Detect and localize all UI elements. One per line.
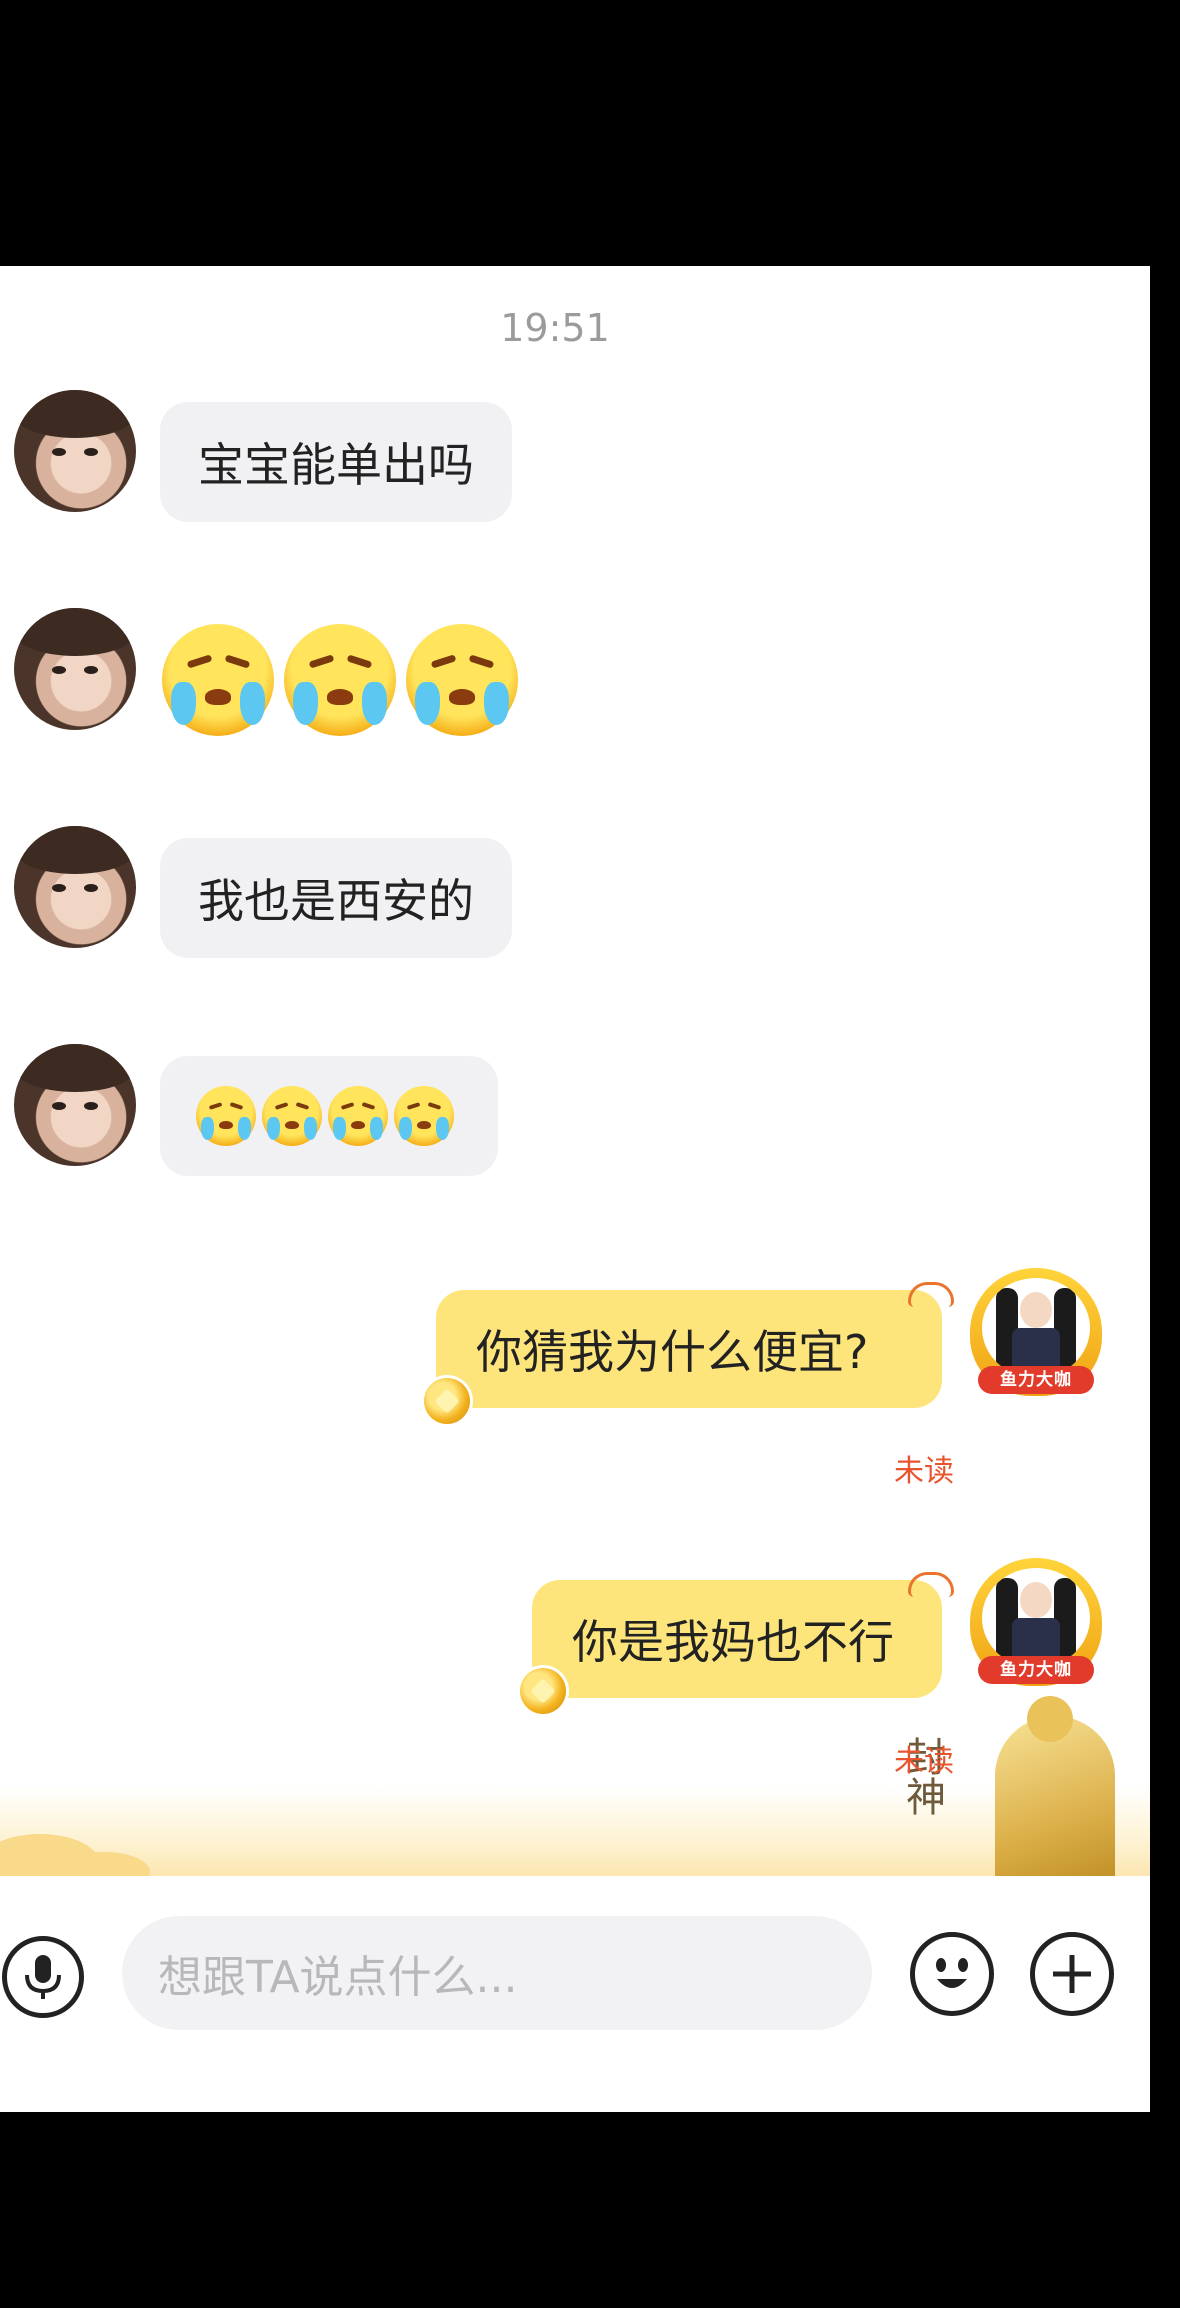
avatar-badge-label: 鱼力大咖 xyxy=(978,1656,1094,1684)
message-input-bar: 想跟TA说点什么... xyxy=(0,1876,1150,2112)
message-text: 你是我妈也不行 xyxy=(572,1615,894,1669)
message-text: 你猜我为什么便宜? xyxy=(476,1325,869,1379)
message-text: 宝宝能单出吗 xyxy=(198,438,474,492)
coin-icon xyxy=(520,1668,566,1714)
crying-face-emoji xyxy=(262,1086,322,1146)
self-avatar[interactable]: 鱼力大咖 xyxy=(964,1260,1108,1404)
contact-avatar[interactable] xyxy=(14,826,136,948)
chat-screen: 19:51 宝宝能单出吗 我也是西安的 你猜我为什么便宜? 鱼力大咖 未读 你是… xyxy=(0,266,1150,2112)
message-input[interactable]: 想跟TA说点什么... xyxy=(122,1916,872,2030)
incoming-message-bubble[interactable]: 我也是西安的 xyxy=(160,838,512,958)
unread-status: 未读 xyxy=(894,1744,954,1779)
unread-status: 未读 xyxy=(894,1454,954,1489)
crying-face-emoji xyxy=(394,1086,454,1146)
goddess-illustration xyxy=(955,1696,1145,1886)
cloud-decoration-icon xyxy=(908,1572,954,1597)
smiley-icon[interactable] xyxy=(910,1932,994,2016)
crying-face-emoji xyxy=(406,624,518,736)
contact-avatar[interactable] xyxy=(14,390,136,512)
input-placeholder: 想跟TA说点什么... xyxy=(158,1952,518,2003)
microphone-icon[interactable] xyxy=(2,1936,84,2018)
message-text: 我也是西安的 xyxy=(198,874,474,928)
incoming-emoji-message[interactable] xyxy=(162,624,522,736)
incoming-emoji-bubble[interactable] xyxy=(160,1056,498,1176)
crying-face-emoji xyxy=(328,1086,388,1146)
crying-face-emoji xyxy=(284,624,396,736)
message-timestamp: 19:51 xyxy=(500,306,610,350)
incoming-message-bubble[interactable]: 宝宝能单出吗 xyxy=(160,402,512,522)
outgoing-message-bubble[interactable]: 你是我妈也不行 xyxy=(532,1580,942,1698)
contact-avatar[interactable] xyxy=(14,608,136,730)
crying-face-emoji xyxy=(196,1086,256,1146)
plus-icon[interactable] xyxy=(1030,1932,1114,2016)
outgoing-message-bubble[interactable]: 你猜我为什么便宜? xyxy=(436,1290,942,1408)
self-avatar[interactable]: 鱼力大咖 xyxy=(964,1550,1108,1694)
coin-icon xyxy=(424,1378,470,1424)
cloud-decoration-icon xyxy=(908,1282,954,1307)
contact-avatar[interactable] xyxy=(14,1044,136,1166)
crying-face-emoji xyxy=(162,624,274,736)
avatar-badge-label: 鱼力大咖 xyxy=(978,1366,1094,1394)
